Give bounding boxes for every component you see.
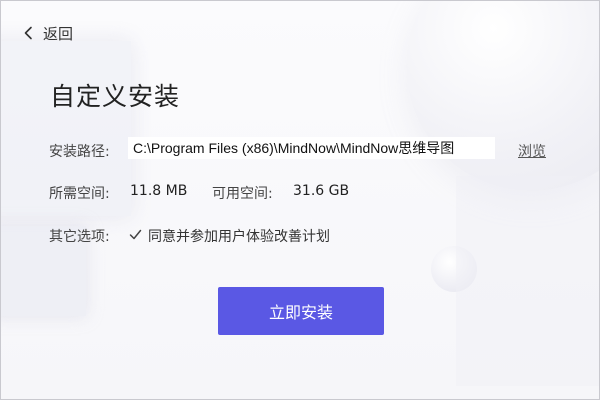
- required-space-value: 11.8 MB: [130, 183, 188, 199]
- back-label: 返回: [43, 24, 74, 43]
- page-title: 自定义安装: [50, 82, 181, 111]
- chevron-left-icon: [24, 26, 32, 40]
- available-space-label: 可用空间:: [212, 186, 273, 202]
- back-button[interactable]: 返回: [23, 22, 73, 44]
- browse-link[interactable]: 浏览: [518, 141, 546, 161]
- background-circle-large: [406, 1, 599, 191]
- checkmark-icon: [129, 229, 141, 239]
- other-options-label: 其它选项:: [49, 229, 110, 245]
- installer-window: 返回 自定义安装 安装路径: 浏览 所需空间: 11.8 MB 可用空间: 31…: [0, 0, 600, 400]
- install-path-label: 安装路径:: [49, 144, 110, 160]
- install-path-input[interactable]: [128, 137, 495, 159]
- install-now-button[interactable]: 立即安装: [218, 287, 384, 335]
- agree-checkbox-label[interactable]: 同意并参加用户体验改善计划: [148, 226, 330, 246]
- agree-checkbox[interactable]: [128, 227, 142, 241]
- background-panel-right: [456, 176, 599, 386]
- required-space-label: 所需空间:: [49, 186, 110, 202]
- available-space-value: 31.6 GB: [293, 183, 350, 199]
- background-circle-small: [431, 246, 477, 292]
